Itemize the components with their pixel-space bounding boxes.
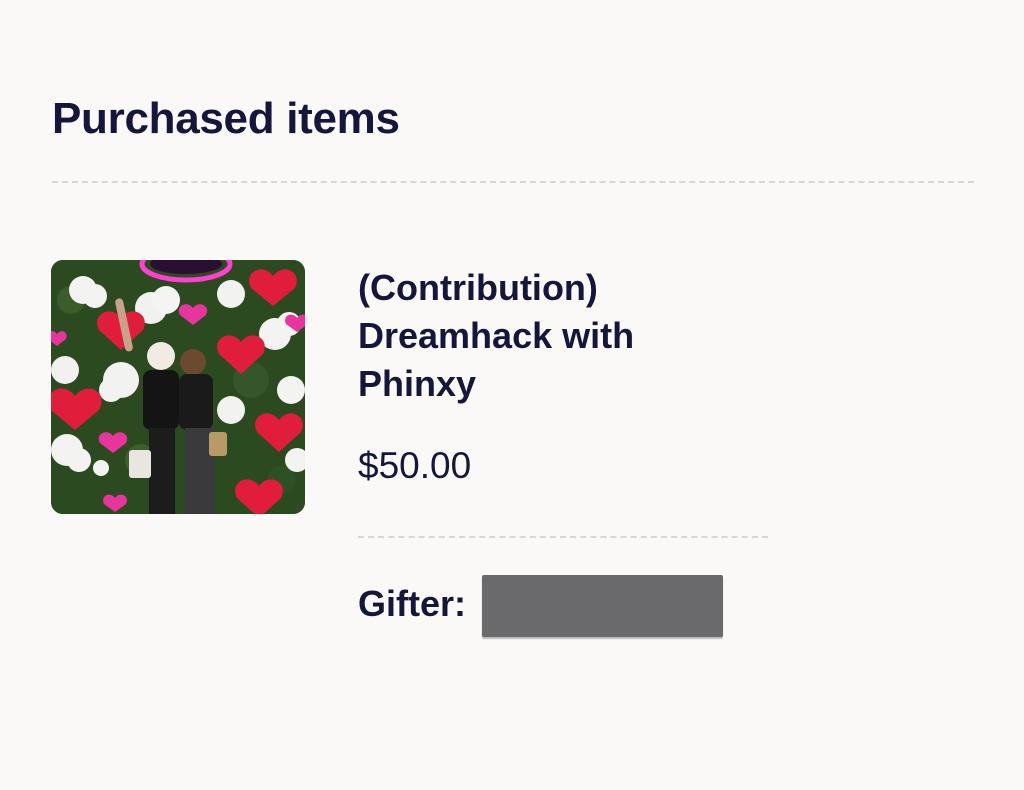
item-thumbnail[interactable]: [51, 260, 305, 514]
gifter-name-redacted: [482, 575, 723, 637]
item-price: $50.00: [358, 445, 472, 486]
item-name[interactable]: (Contribution) Dreamhack with Phinxy: [358, 264, 738, 408]
section-title: Purchased items: [52, 94, 400, 143]
gifter-label: Gifter:: [358, 583, 466, 624]
item-divider: [358, 536, 768, 538]
item-photo: [51, 260, 305, 514]
section-divider: [52, 181, 974, 183]
